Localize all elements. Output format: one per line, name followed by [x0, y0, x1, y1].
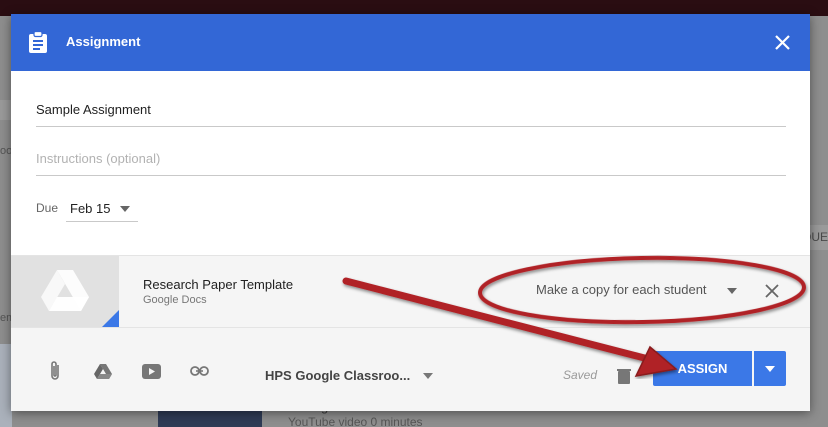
youtube-icon[interactable] [142, 364, 161, 379]
due-date-value: Feb 15 [70, 201, 111, 216]
due-date-select[interactable]: Feb 15 [66, 197, 138, 222]
chevron-down-icon[interactable] [727, 288, 737, 294]
attachment-type: Google Docs [143, 294, 207, 306]
assign-button[interactable]: ASSIGN [653, 351, 752, 386]
chevron-down-icon[interactable] [423, 373, 433, 379]
class-select[interactable]: HPS Google Classroo... [265, 368, 410, 383]
assignment-icon [29, 31, 47, 53]
instructions-field[interactable]: Instructions (optional) [36, 151, 786, 176]
attachment-name[interactable]: Research Paper Template [143, 277, 293, 292]
title-field[interactable]: Sample Assignment [36, 102, 786, 127]
dialog-header: Assignment [11, 14, 810, 71]
attachment-thumbnail[interactable] [11, 256, 119, 327]
due-label: Due [36, 201, 59, 215]
doc-type-badge [102, 310, 119, 327]
trash-icon[interactable] [617, 368, 631, 384]
background-video-subtitle: YouTube video 0 minutes [288, 415, 423, 427]
dialog-title: Assignment [66, 34, 141, 49]
dialog-footer: HPS Google Classroo... Saved ASSIGN [11, 328, 810, 411]
google-drive-icon[interactable] [94, 364, 112, 379]
assign-options-button[interactable] [754, 351, 786, 386]
attachment-row: Research Paper Template Google Docs Make… [11, 255, 810, 328]
chevron-down-icon [765, 366, 775, 372]
chevron-down-icon [120, 206, 130, 212]
google-drive-icon [41, 270, 89, 311]
link-icon[interactable] [190, 366, 209, 376]
attach-file-icon[interactable] [49, 360, 61, 382]
save-status: Saved [563, 368, 598, 382]
remove-attachment-icon[interactable] [765, 284, 779, 298]
share-option-select[interactable]: Make a copy for each student [536, 282, 707, 297]
assignment-dialog: Assignment Sample Assignment Instruction… [11, 14, 810, 411]
close-icon[interactable] [773, 33, 792, 52]
